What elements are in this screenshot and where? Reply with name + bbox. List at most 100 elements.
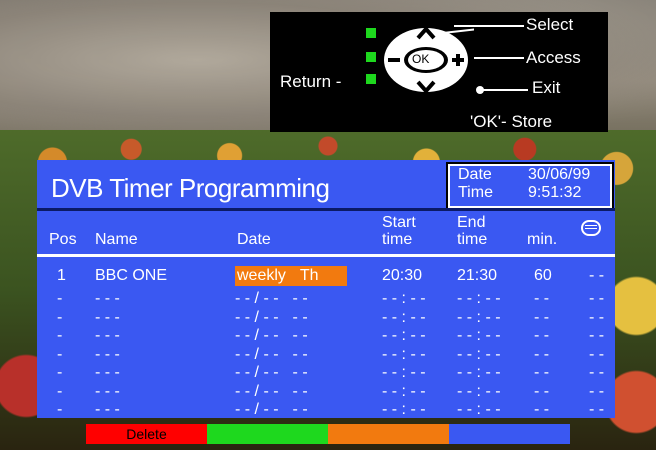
timer-row-6[interactable]: -- - -- - : - -- - : - -- -- -- - / - --…: [37, 364, 615, 383]
row-date-day: - -: [292, 382, 308, 400]
row-end-time: - - : - -: [457, 327, 501, 344]
row-end-time: 21:30: [457, 267, 498, 284]
row-end-time: - - : - -: [457, 364, 501, 381]
row-minutes: - -: [534, 327, 550, 344]
row-teletext: - -: [589, 290, 605, 307]
ok-key-label: OK: [412, 52, 430, 66]
date-label: Date: [458, 166, 492, 183]
row-teletext: - -: [589, 267, 605, 284]
row-date-field[interactable]: - - / - - - -: [235, 290, 347, 308]
legend-store-label: 'OK'- Store: [470, 112, 553, 131]
row-name: - - -: [95, 308, 120, 326]
timer-row-7[interactable]: -- - -- - : - -- - : - -- -- -- - / - --…: [37, 383, 615, 402]
date-time-box: Date 30/06/99 Time 9:51:32: [446, 162, 614, 210]
row-minutes: - -: [534, 308, 550, 326]
row-minutes: - -: [534, 364, 550, 381]
row-pos: 1: [57, 267, 66, 284]
row-date-mode: weekly: [237, 267, 286, 284]
row-name: - - -: [95, 327, 120, 344]
legend-access-label: Access: [526, 48, 581, 67]
row-name: - - -: [95, 401, 120, 418]
green-key-indicator: [366, 52, 376, 62]
row-name: - - -: [95, 382, 120, 400]
row-end-time: - - : - -: [457, 308, 501, 326]
row-date-day: - -: [292, 327, 308, 344]
remote-key-legend: OK Select Access Exit 'OK'- Store Return…: [270, 12, 608, 132]
row-start-time: - - : - -: [382, 308, 426, 326]
column-header-pos: Pos: [49, 231, 77, 248]
legend-return-label: Return -: [280, 72, 342, 91]
column-header-end: End: [457, 214, 486, 231]
timer-row-8[interactable]: -- - -- - : - -- - : - -- -- -- - / - --…: [37, 401, 615, 420]
color-key-bar: Delete: [86, 424, 570, 444]
row-date-day: - -: [292, 345, 308, 363]
row-date-field[interactable]: - - / - - - -: [235, 383, 347, 401]
row-end-time: - - : - -: [457, 401, 501, 418]
row-date-field[interactable]: - - / - - - -: [235, 401, 347, 419]
row-name: - - -: [95, 364, 120, 381]
row-start-time: - - : - -: [382, 345, 426, 363]
time-value: 9:51:32: [528, 184, 582, 201]
row-pos: -: [57, 345, 63, 363]
row-date-day: Th: [299, 267, 319, 284]
row-name: BBC ONE: [95, 267, 168, 284]
row-date-day: - -: [292, 401, 308, 418]
row-end-time: - - : - -: [457, 345, 501, 363]
row-date-mode: - - / - -: [235, 382, 279, 400]
row-date-mode: - - / - -: [235, 308, 279, 326]
row-teletext: - -: [589, 364, 605, 381]
row-name: - - -: [95, 290, 120, 307]
row-date-field[interactable]: - - / - - - -: [235, 364, 347, 382]
row-minutes: - -: [534, 290, 550, 307]
timer-row-5[interactable]: -- - -- - : - -- - : - -- -- -- - / - --…: [37, 346, 615, 365]
row-start-time: - - : - -: [382, 364, 426, 381]
row-teletext: - -: [589, 308, 605, 326]
row-date-field[interactable]: - - / - - - -: [235, 327, 347, 345]
row-date-field[interactable]: - - / - - - -: [235, 346, 347, 364]
timer-row-3[interactable]: -- - -- - : - -- - : - -- -- -- - / - --…: [37, 309, 615, 328]
teletext-icon: [581, 220, 601, 236]
row-pos: -: [57, 290, 63, 307]
row-pos: -: [57, 364, 63, 381]
row-minutes: - -: [534, 382, 550, 400]
row-date-field[interactable]: weekly Th: [235, 266, 347, 286]
column-header-min: min.: [527, 231, 558, 248]
row-date-mode: - - / - -: [235, 327, 279, 344]
row-date-mode: - - / - -: [235, 345, 279, 363]
page-title: DVB Timer Programming: [51, 173, 330, 203]
row-date-field[interactable]: - - / - - - -: [235, 309, 347, 327]
blue-key[interactable]: [449, 424, 570, 444]
row-date-day: - -: [292, 364, 308, 381]
green-key[interactable]: [207, 424, 328, 444]
timer-row-1[interactable]: 1 BBC ONE weekly Th 20:30 21:30 60 - -: [37, 266, 615, 290]
legend-select-label: Select: [526, 15, 574, 34]
row-date-day: - -: [292, 290, 308, 307]
time-label: Time: [458, 184, 493, 201]
legend-exit-label: Exit: [532, 78, 561, 97]
column-header-start: Start: [382, 214, 416, 231]
timer-row-4[interactable]: -- - -- - : - -- - : - -- -- -- - / - --…: [37, 327, 615, 346]
header-divider: [37, 254, 615, 257]
row-start-time: 20:30: [382, 267, 423, 284]
row-pos: -: [57, 401, 63, 418]
row-start-time: - - : - -: [382, 401, 426, 418]
column-header-start-time: time: [382, 231, 413, 248]
row-pos: -: [57, 308, 63, 326]
red-key-delete[interactable]: Delete: [86, 424, 207, 444]
date-value: 30/06/99: [528, 166, 591, 183]
row-start-time: - - : - -: [382, 382, 426, 400]
row-date-day: - -: [292, 308, 308, 326]
row-date-mode: - - / - -: [235, 401, 279, 418]
column-header-end-time: time: [457, 231, 488, 248]
green-key-indicator: [366, 28, 376, 38]
row-end-time: - - : - -: [457, 290, 501, 307]
green-key-indicator: [366, 74, 376, 84]
row-pos: -: [57, 327, 63, 344]
yellow-key[interactable]: [328, 424, 449, 444]
column-header-name: Name: [95, 231, 138, 248]
row-date-mode: - - / - -: [235, 364, 279, 381]
title-divider: [37, 208, 615, 211]
row-end-time: - - : - -: [457, 382, 501, 400]
timer-row-2[interactable]: -- - -- - : - -- - : - -- -- -- - / - --…: [37, 290, 615, 309]
row-minutes: - -: [534, 345, 550, 363]
